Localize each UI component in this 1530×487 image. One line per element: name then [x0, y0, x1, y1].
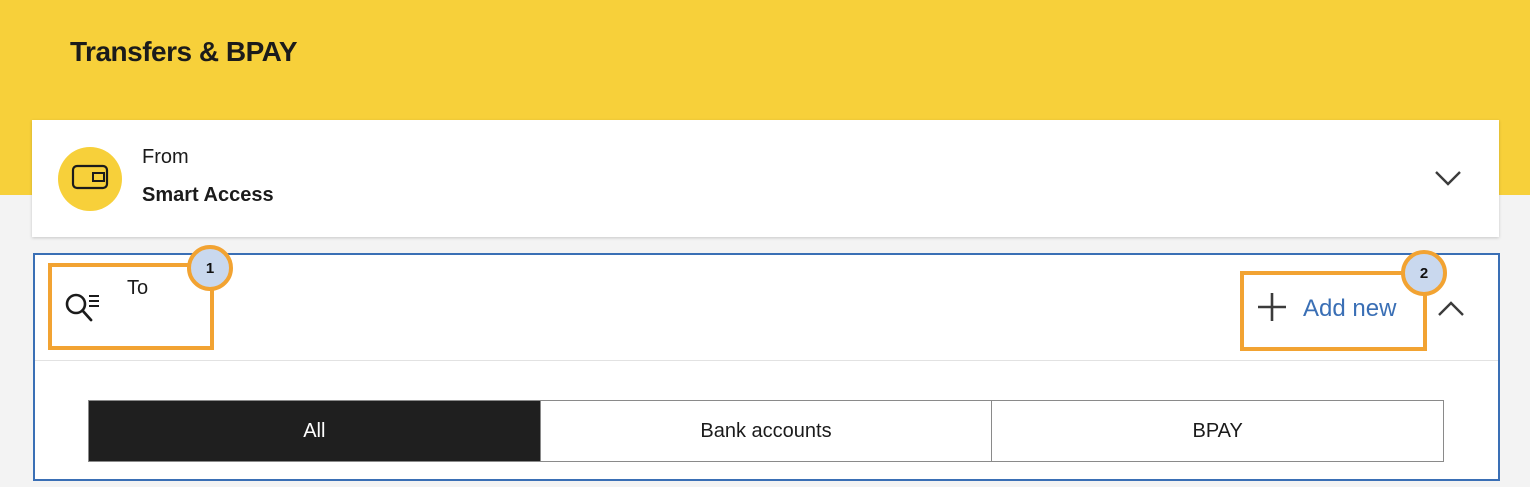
chevron-up-icon[interactable]: [1433, 291, 1469, 327]
tab-bpay[interactable]: BPAY: [991, 401, 1444, 461]
transfers-page: Transfers & BPAY From Smart Access To Ad…: [0, 0, 1530, 487]
payee-filter-tabs: All Bank accounts BPAY: [88, 400, 1444, 462]
from-account-selector[interactable]: From Smart Access: [32, 120, 1499, 237]
tab-all[interactable]: All: [89, 401, 540, 461]
annotation-badge-2: 2: [1401, 250, 1447, 296]
wallet-icon: [71, 164, 109, 195]
from-label: From: [142, 146, 189, 168]
page-title: Transfers & BPAY: [70, 36, 298, 67]
chevron-down-icon[interactable]: [1428, 160, 1468, 196]
tab-bank-accounts[interactable]: Bank accounts: [539, 401, 992, 461]
annotation-box-2: [1240, 271, 1427, 351]
from-account-name: Smart Access: [142, 184, 274, 206]
account-avatar: [58, 147, 122, 211]
annotation-badge-1: 1: [187, 245, 233, 291]
